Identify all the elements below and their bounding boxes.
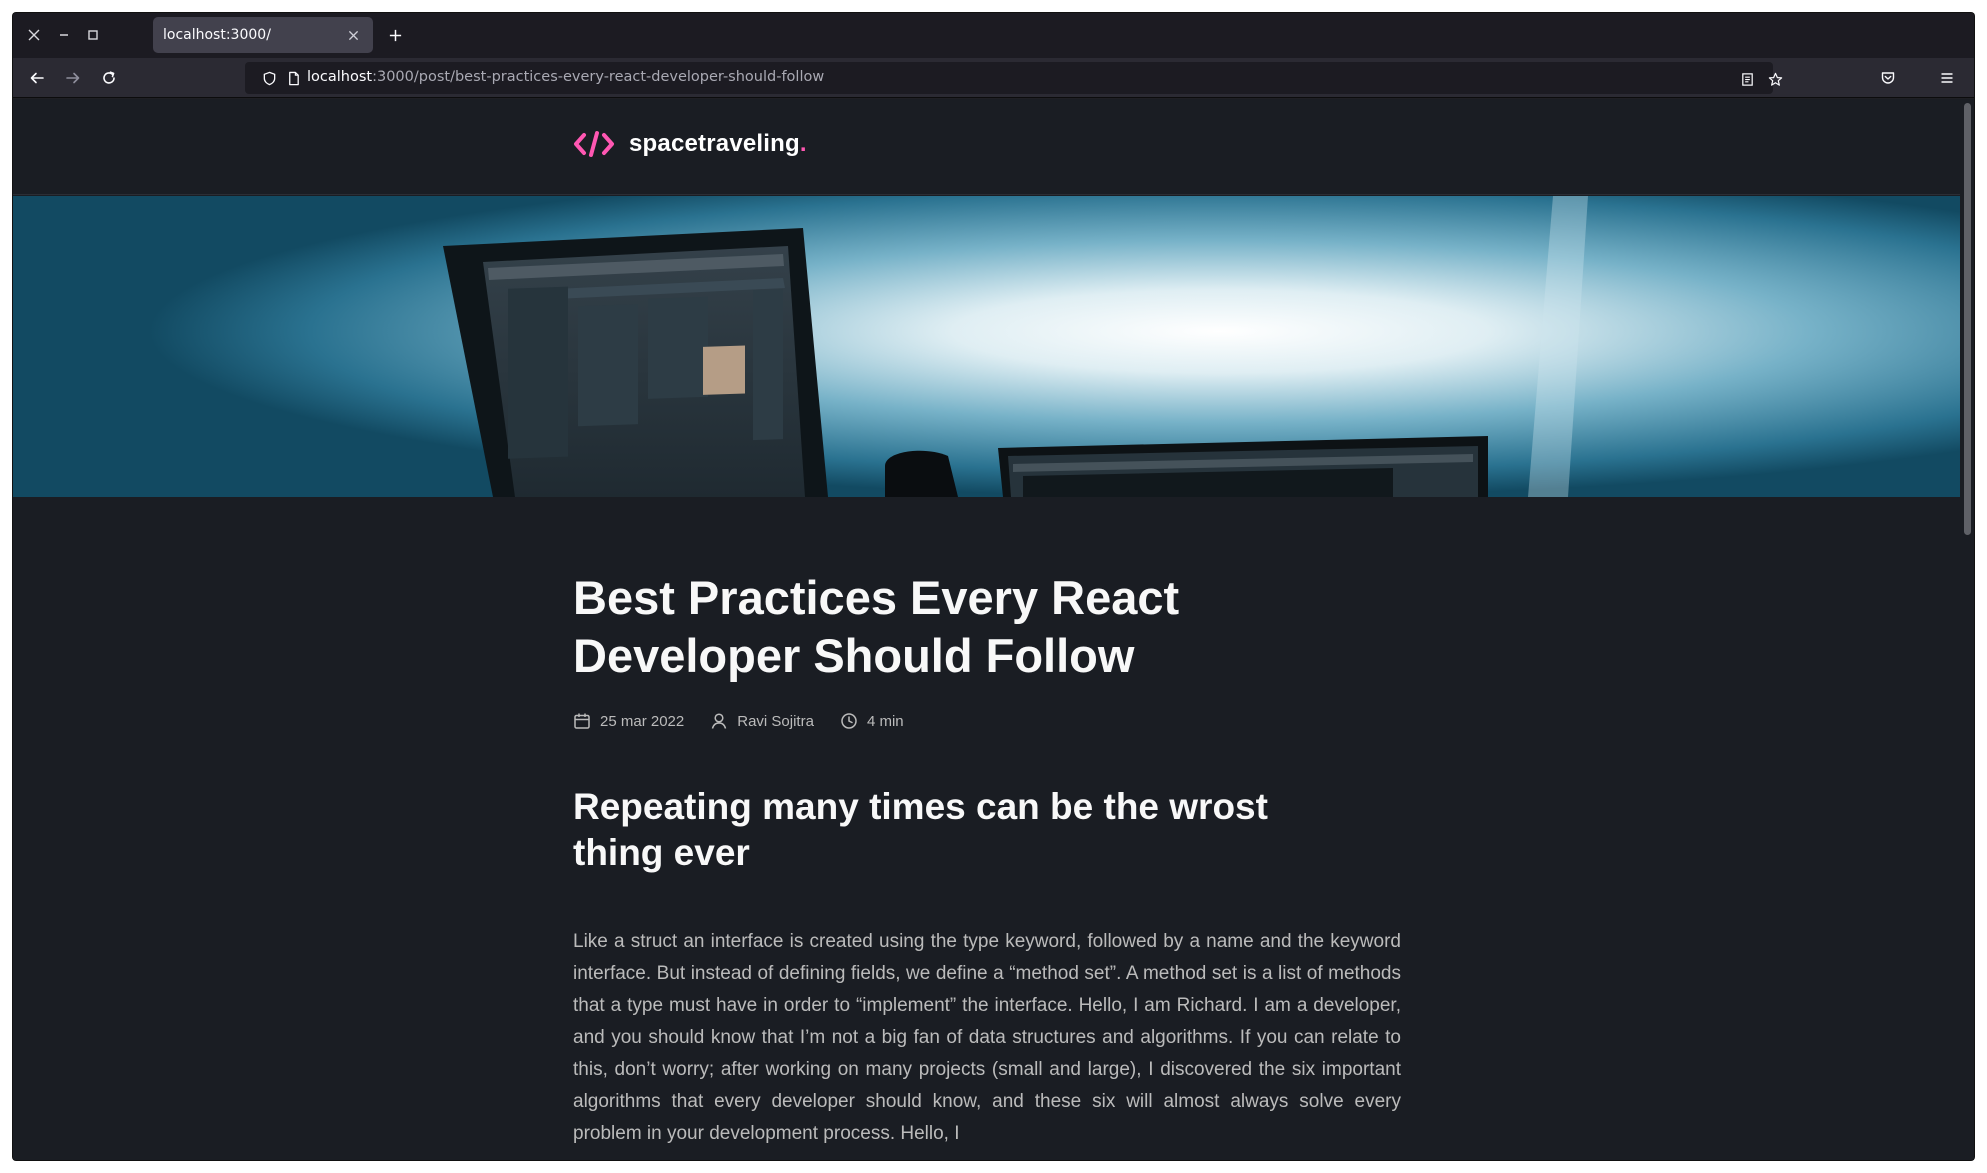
maximize-icon — [88, 30, 98, 40]
window-maximize-button[interactable] — [80, 22, 106, 48]
post-date: 25 mar 2022 — [573, 712, 684, 730]
back-button[interactable] — [23, 64, 51, 92]
post-date-text: 25 mar 2022 — [600, 712, 685, 730]
star-icon — [1768, 72, 1782, 86]
reload-button[interactable] — [95, 64, 123, 92]
tab-title: localhost:3000/ — [163, 27, 271, 43]
arrow-right-icon — [66, 72, 80, 84]
reader-view-icon — [1741, 72, 1753, 86]
plus-icon — [389, 29, 401, 41]
page-scrollbar[interactable] — [1960, 99, 1974, 1160]
browser-window: localhost:3000/ localhost:3000/post/best… — [13, 13, 1974, 1160]
shield-icon[interactable] — [261, 70, 277, 86]
reader-view-button[interactable] — [1738, 70, 1756, 88]
tab-close-button[interactable] — [343, 25, 363, 45]
url-bar[interactable]: localhost:3000/post/best-practices-every… — [245, 62, 1782, 94]
app-menu-button[interactable] — [1933, 64, 1961, 92]
window-minimize-button[interactable] — [51, 22, 77, 48]
post-title: Best Practices Every React Developer Sho… — [573, 571, 1180, 682]
hamburger-menu-icon — [1941, 73, 1953, 83]
post-article: Best Practices Every React Developer Sho… — [573, 569, 1403, 1150]
logo-dot: . — [799, 130, 807, 157]
url-host: localhost — [307, 69, 373, 85]
post-banner-image — [13, 196, 1960, 497]
tab-active[interactable]: localhost:3000/ — [153, 17, 373, 53]
post-author-text: Ravi Sojitra — [737, 712, 814, 730]
user-icon — [712, 713, 727, 729]
new-tab-button[interactable] — [383, 23, 407, 47]
reload-icon — [103, 71, 115, 84]
clock-icon — [841, 713, 857, 729]
post-reading-time: 4 min — [840, 712, 904, 730]
pocket-button[interactable] — [1874, 64, 1902, 92]
post-meta: 25 mar 2022 Ravi Sojitra 4 min — [573, 710, 1403, 732]
pocket-icon — [1881, 72, 1895, 84]
code-brackets-icon — [573, 129, 615, 159]
close-icon — [348, 30, 358, 40]
page-icon[interactable] — [285, 70, 301, 86]
post-body-paragraph: Like a struct an interface is created us… — [573, 931, 1401, 1144]
window-close-button[interactable] — [21, 22, 47, 48]
scrollbar-thumb[interactable] — [1964, 103, 1971, 535]
forward-button[interactable] — [59, 64, 87, 92]
post-section-heading: Repeating many times can be the wrost th… — [573, 786, 1268, 873]
url-path: :3000/post/best-practices-every-react-de… — [372, 69, 825, 85]
post-reading-time-text: 4 min — [866, 712, 904, 730]
post-author: Ravi Sojitra — [710, 712, 814, 730]
navigation-bar: localhost:3000/post/best-practices-every… — [13, 58, 1974, 98]
logo-text: spacetraveling — [629, 130, 800, 157]
site-logo[interactable]: spacetraveling. — [573, 129, 807, 159]
minimize-icon — [60, 34, 68, 36]
calendar-icon — [574, 713, 590, 729]
arrow-left-icon — [30, 72, 44, 84]
page-viewport[interactable]: spacetraveling. Best Practices Every Rea… — [13, 99, 1974, 1160]
site-header: spacetraveling. — [13, 99, 1960, 195]
bookmark-button[interactable] — [1766, 70, 1784, 88]
tab-strip: localhost:3000/ — [13, 13, 1974, 58]
close-icon — [28, 29, 40, 41]
url-text: localhost:3000/post/best-practices-every… — [307, 69, 824, 85]
